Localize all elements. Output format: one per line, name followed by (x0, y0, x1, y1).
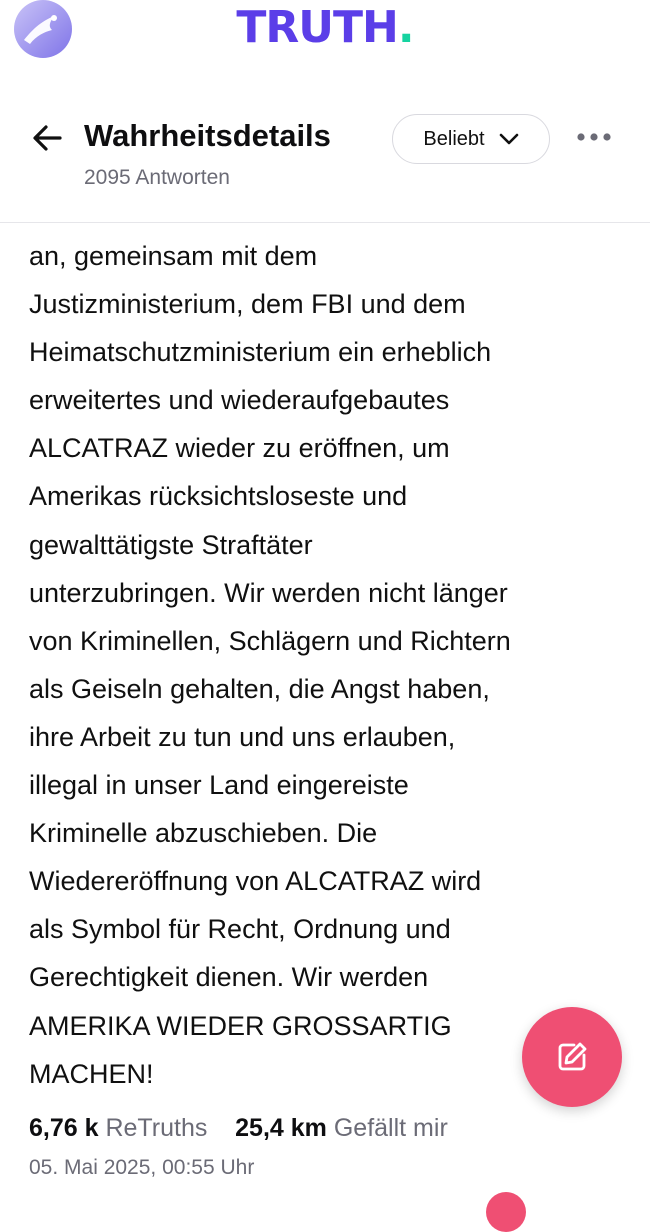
page-title: Wahrheitsdetails (84, 118, 331, 153)
logo-text: TRUTH (236, 2, 398, 53)
likes-stat[interactable]: 25,4 km Gefällt mir (235, 1114, 448, 1142)
partial-button[interactable] (486, 1192, 526, 1232)
retruths-stat[interactable]: 6,76 k ReTruths (29, 1114, 207, 1142)
post-timestamp: 05. Mai 2025, 00:55 Uhr (29, 1156, 255, 1179)
truth-logo[interactable]: TRUTH. (0, 2, 650, 53)
logo-dot: . (397, 2, 415, 53)
chevron-down-icon (499, 133, 518, 145)
top-bar: TRUTH. (0, 0, 650, 85)
arrow-left-icon[interactable] (30, 120, 66, 156)
more-horizontal-icon[interactable] (576, 132, 612, 142)
compose-icon (558, 1042, 587, 1071)
post-body: an, gemeinsam mit dem Justizministerium,… (29, 241, 511, 1089)
likes-count: 25,4 km (235, 1114, 327, 1142)
reply-count: 2095 Antworten (84, 166, 230, 189)
retruths-count: 6,76 k (29, 1114, 99, 1142)
compose-button[interactable] (522, 1007, 622, 1107)
page-header: Wahrheitsdetails 2095 Antworten Beliebt (0, 84, 650, 223)
sort-dropdown[interactable]: Beliebt (392, 114, 550, 164)
sort-label: Beliebt (423, 127, 485, 150)
retruths-label: ReTruths (105, 1114, 208, 1142)
post-stats: 6,76 k ReTruths 25,4 km Gefällt mir (29, 1114, 448, 1143)
likes-label: Gefällt mir (333, 1114, 448, 1142)
